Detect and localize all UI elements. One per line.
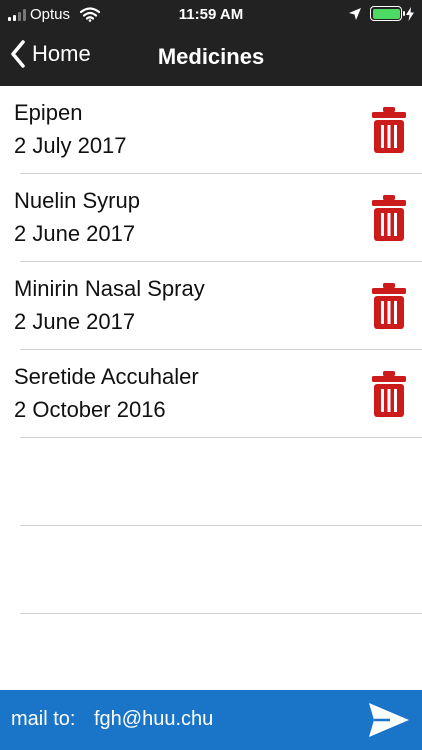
- list-item[interactable]: Minirin Nasal Spray 2 June 2017: [0, 262, 422, 350]
- header: Optus 11:59 AM Home Medicines: [0, 0, 422, 86]
- location-arrow-icon: [349, 7, 361, 20]
- trash-icon[interactable]: [371, 282, 407, 330]
- status-right: [348, 6, 414, 21]
- page-title: Medicines: [157, 44, 265, 69]
- medicine-date: 2 June 2017: [14, 309, 136, 334]
- medicine-name: Minirin Nasal Spray: [14, 276, 205, 301]
- medicine-date: 2 October 2016: [14, 397, 166, 422]
- trash-icon[interactable]: [371, 370, 407, 418]
- trash-icon[interactable]: [371, 106, 407, 154]
- send-icon[interactable]: [368, 702, 410, 738]
- battery-icon: [370, 6, 405, 21]
- row-divider: [20, 613, 422, 614]
- empty-row: [0, 438, 422, 526]
- medicine-name: Nuelin Syrup: [14, 188, 140, 213]
- navigation-bar: Home Medicines: [0, 30, 422, 86]
- list-item[interactable]: Nuelin Syrup 2 June 2017: [0, 174, 422, 262]
- medicine-name: Epipen: [14, 100, 83, 125]
- list-item[interactable]: Seretide Accuhaler 2 October 2016: [0, 350, 422, 438]
- medicine-name: Seretide Accuhaler: [14, 364, 199, 389]
- medicine-date: 2 June 2017: [14, 221, 136, 246]
- mail-footer: mail to: fgh@huu.chu: [0, 690, 422, 750]
- trash-icon[interactable]: [371, 194, 407, 242]
- medicine-date: 2 July 2017: [14, 133, 127, 158]
- list-item[interactable]: Epipen 2 July 2017: [0, 86, 422, 174]
- empty-row: [0, 526, 422, 614]
- mail-to-label: mail to:: [11, 708, 76, 730]
- status-bar: Optus 11:59 AM: [0, 0, 422, 30]
- medicine-list: Epipen 2 July 2017 Nuelin Syrup 2 June 2…: [0, 86, 422, 614]
- email-address[interactable]: fgh@huu.chu: [94, 708, 213, 731]
- charging-bolt-icon: [406, 6, 414, 21]
